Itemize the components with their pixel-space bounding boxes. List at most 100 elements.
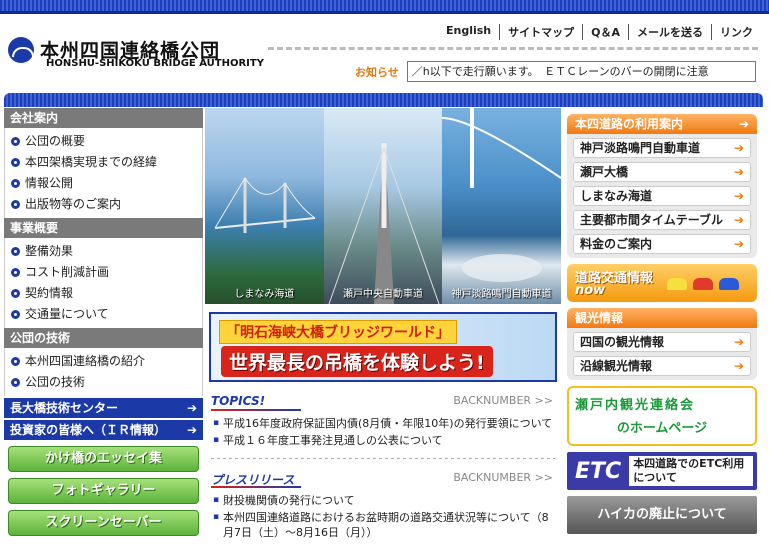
- sidebar-item[interactable]: 本四架橋実現までの経緯: [5, 152, 202, 173]
- sidebar-item-label: 整備効果: [25, 244, 74, 258]
- bridge-photo-strip: しまなみ海道 瀬戸中央自動車道 神戸淡路鳴門自動車道: [205, 108, 562, 304]
- tourism-header: 観光情報: [567, 308, 757, 328]
- section-header-tech: 公団の技術: [4, 328, 203, 348]
- photo-caption: 瀬戸中央自動車道: [343, 289, 423, 300]
- press-underline: [211, 486, 301, 488]
- sidebar-item-label: 公団の概要: [25, 134, 86, 148]
- banner-subtitle: 世界最長の吊橋を体験しよう!: [221, 346, 493, 377]
- etc-text: 本四道路でのETC利用について: [629, 456, 753, 486]
- press-backnumber-link[interactable]: BACKNUMBER >>: [453, 471, 553, 484]
- bullet-icon: [11, 357, 20, 366]
- tourism-item-label: 沿線観光情報: [580, 359, 653, 373]
- car-icon: [719, 278, 739, 290]
- sidebar-item[interactable]: 公団の技術: [5, 372, 202, 393]
- usage-guide-title: 本四道路の利用案内: [575, 117, 684, 131]
- site-logo[interactable]: 本州四国連絡橋公団 HONSHU-SHIKOKU BRIDGE AUTHORIT…: [8, 36, 264, 69]
- sidebar-item[interactable]: 公団の概要: [5, 131, 202, 152]
- link-bridge-tech-center[interactable]: 長大橋技術センター ➔: [4, 398, 203, 418]
- list-item[interactable]: 平成１６年度工事発注見通しの公表について: [213, 433, 553, 448]
- usage-item[interactable]: 主要都市間タイムテーブル ➔: [573, 210, 751, 230]
- section-list-tech: 本州四国連絡橋の紹介 公団の技術: [4, 348, 203, 396]
- screensaver-button[interactable]: スクリーンセーバー: [8, 510, 199, 536]
- sidebar-item[interactable]: 交通量について: [5, 304, 202, 325]
- usage-guide-header[interactable]: 本四道路の利用案内 ➔: [567, 114, 757, 134]
- link-ir-info[interactable]: 投資家の皆様へ（ＩＲ情報） ➔: [4, 420, 203, 440]
- tourism-title: 観光情報: [575, 311, 624, 325]
- nav-sitemap[interactable]: サイトマップ: [499, 24, 582, 40]
- left-sidebar: 会社案内 公団の概要 本四架橋実現までの経緯 情報公開 出版物等のご案内 事業概…: [4, 108, 203, 536]
- traffic-info-banner[interactable]: 道路交通情報 now: [567, 264, 757, 302]
- photo-caption: しまなみ海道: [234, 289, 295, 300]
- nav-link[interactable]: リンク: [711, 24, 761, 40]
- etc-logo: ETC: [575, 458, 622, 484]
- car-icon: [667, 278, 687, 290]
- arrow-right-icon: ➔: [733, 335, 744, 349]
- news-text[interactable]: ／h以下で走行願います。 ＥＴＣレーンのバーの開閉に注意: [406, 61, 756, 82]
- header-divider: [268, 47, 758, 50]
- arrow-right-icon: ➔: [733, 359, 744, 373]
- setouchi-subtitle: のホームページ: [616, 421, 708, 436]
- tourism-item[interactable]: 沿線観光情報 ➔: [573, 356, 751, 376]
- photo-shimanami[interactable]: しまなみ海道: [205, 108, 324, 304]
- press-header: プレスリリース BACKNUMBER >>: [205, 469, 561, 489]
- sidebar-item[interactable]: 整備効果: [5, 241, 202, 262]
- tourism-item-label: 四国の観光情報: [580, 335, 665, 349]
- topics-header: TOPICS! BACKNUMBER >>: [205, 392, 561, 412]
- bullet-icon: [11, 137, 20, 146]
- usage-item[interactable]: 料金のご案内 ➔: [573, 234, 751, 254]
- press-list: 財投機関債の発行について 本州四国連絡道路におけるお盆時期の道路交通状況等につい…: [205, 489, 561, 546]
- etc-banner[interactable]: ETC 本四道路でのETC利用について: [567, 452, 757, 490]
- logo-mark-icon: [8, 36, 34, 63]
- list-item[interactable]: 財投機関債の発行について: [213, 493, 553, 508]
- bullet-icon: [11, 378, 20, 387]
- banner-title: 「明石海峡大橋ブリッジワールド」: [219, 320, 457, 344]
- bullet-icon: [11, 268, 20, 277]
- highway-card-notice-banner[interactable]: ハイカの廃止について: [567, 496, 757, 534]
- nav-qa[interactable]: Q＆A: [582, 24, 628, 40]
- sidebar-item[interactable]: 本州四国連絡橋の紹介: [5, 351, 202, 372]
- bridge-illustration-icon: [214, 177, 316, 233]
- sidebar-item[interactable]: 情報公開: [5, 173, 202, 194]
- news-label: お知らせ: [355, 65, 399, 79]
- list-item[interactable]: 本州四国連絡道路におけるお盆時期の道路交通状況等について（8月7日（土）～8月1…: [213, 510, 553, 540]
- list-item[interactable]: 平成16年度政府保証国内債(8月債・年限10年)の発行要領について: [213, 416, 553, 431]
- sidebar-item-label: 出版物等のご案内: [25, 197, 122, 211]
- top-navigation: English サイトマップ Q＆A メールを送る リンク: [438, 24, 761, 40]
- link-label: 投資家の皆様へ（ＩＲ情報）: [10, 423, 167, 437]
- usage-item[interactable]: 瀬戸大橋 ➔: [573, 162, 751, 182]
- sidebar-item-label: 本四架橋実現までの経緯: [25, 155, 158, 169]
- tourism-item[interactable]: 四国の観光情報 ➔: [573, 332, 751, 352]
- bullet-icon: [11, 247, 20, 256]
- main-content: しまなみ海道 瀬戸中央自動車道 神戸淡路鳴門自動車道 「明石海峡大橋ブリッジワー…: [205, 108, 562, 546]
- topics-backnumber-link[interactable]: BACKNUMBER >>: [453, 394, 553, 407]
- arrow-right-icon: ➔: [733, 165, 744, 179]
- section-list-business: 整備効果 コスト削減計画 契約情報 交通量について: [4, 238, 203, 328]
- photo-gallery-button[interactable]: フォトギャラリー: [8, 478, 199, 504]
- topics-title: TOPICS!: [211, 394, 266, 408]
- arrow-right-icon: ➔: [733, 189, 744, 203]
- essay-button[interactable]: かけ橋のエッセイ集: [8, 446, 199, 472]
- bridge-world-banner[interactable]: 「明石海峡大橋ブリッジワールド」 世界最長の吊橋を体験しよう!: [209, 312, 557, 382]
- photo-seto-chuo[interactable]: 瀬戸中央自動車道: [323, 108, 443, 304]
- bullet-icon: [11, 200, 20, 209]
- usage-guide-box: 本四道路の利用案内 ➔ 神戸淡路鳴門自動車道 ➔ 瀬戸大橋 ➔ しまなみ海道 ➔ 主要都…: [567, 114, 757, 258]
- usage-item[interactable]: 神戸淡路鳴門自動車道 ➔: [573, 138, 751, 158]
- photo-kobe-awaji[interactable]: 神戸淡路鳴門自動車道: [442, 108, 562, 304]
- sidebar-item[interactable]: 契約情報: [5, 283, 202, 304]
- section-header-company: 会社案内: [4, 108, 203, 128]
- sidebar-item[interactable]: コスト削減計画: [5, 262, 202, 283]
- news-ticker: お知らせ ／h以下で走行願います。 ＥＴＣレーンのバーの開閉に注意: [355, 61, 756, 82]
- car-icon: [693, 278, 713, 290]
- tourism-box: 観光情報 四国の観光情報 ➔ 沿線観光情報 ➔: [567, 308, 757, 380]
- nav-english[interactable]: English: [438, 24, 499, 40]
- traffic-now: now: [575, 283, 606, 298]
- sidebar-item-label: コスト削減計画: [25, 265, 110, 279]
- right-sidebar: 本四道路の利用案内 ➔ 神戸淡路鳴門自動車道 ➔ 瀬戸大橋 ➔ しまなみ海道 ➔ 主要都…: [567, 114, 757, 534]
- nav-mail[interactable]: メールを送る: [628, 24, 711, 40]
- usage-item[interactable]: しまなみ海道 ➔: [573, 186, 751, 206]
- sidebar-item[interactable]: 出版物等のご案内: [5, 194, 202, 215]
- bullet-icon: [11, 310, 20, 319]
- section-header-business: 事業概要: [4, 218, 203, 238]
- setouchi-tourism-banner[interactable]: 瀬戸内観光連絡会 のホームページ: [567, 386, 757, 446]
- top-stripe: [0, 0, 769, 14]
